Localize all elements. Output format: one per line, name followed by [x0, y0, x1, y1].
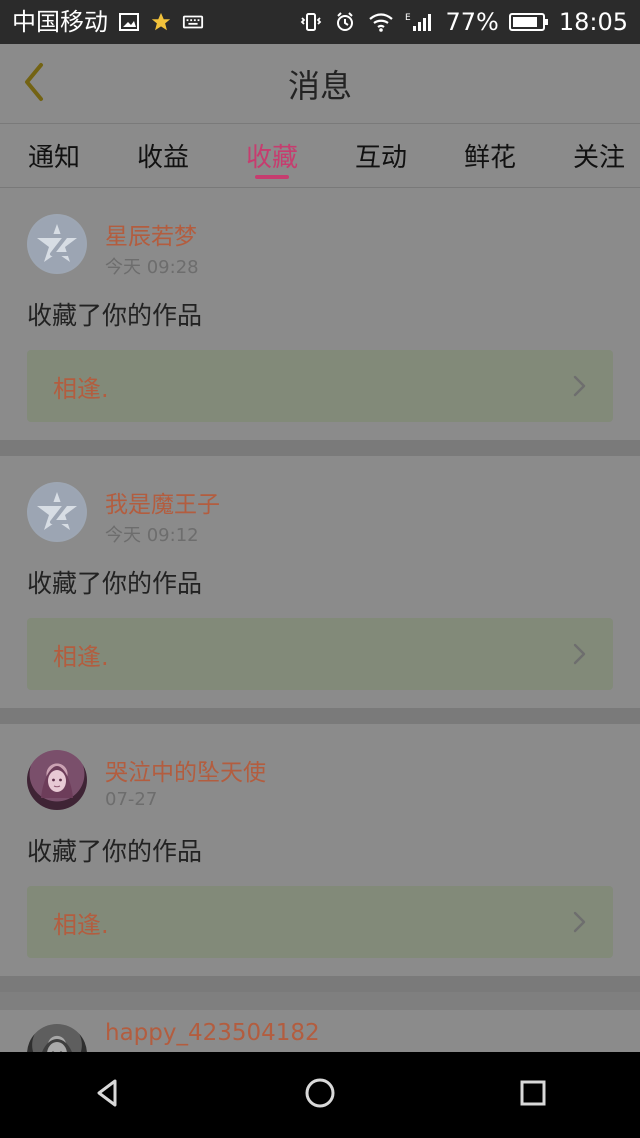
- photo-avatar[interactable]: [27, 1024, 87, 1052]
- chevron-right-icon: [573, 374, 587, 398]
- user-name[interactable]: happy_423504182: [105, 1020, 320, 1046]
- home-icon: [302, 1075, 338, 1115]
- timestamp: 今天 09:12: [105, 525, 199, 546]
- tab-label: 互动: [354, 143, 407, 173]
- user-name[interactable]: 哭泣中的坠天使: [105, 753, 266, 787]
- work-link[interactable]: 相逢.: [27, 618, 613, 690]
- tab-label: 鲜花: [463, 143, 516, 173]
- tab-earnings[interactable]: 收益: [134, 124, 192, 187]
- message-text: 收藏了你的作品: [27, 301, 203, 330]
- tab-label: 收益: [136, 143, 189, 173]
- work-title: 相逢.: [53, 374, 109, 403]
- card-separator: [0, 708, 640, 724]
- chevron-right-icon: [573, 642, 587, 666]
- tab-label: 通知: [27, 143, 80, 173]
- tab-flowers[interactable]: 鲜花: [461, 124, 519, 187]
- alarm-icon: [333, 10, 357, 34]
- card-separator: [0, 440, 640, 456]
- tab-interactions[interactable]: 互动: [352, 124, 410, 187]
- battery-icon: [508, 12, 549, 32]
- message-text: 收藏了你的作品: [27, 837, 203, 866]
- top-header: 消息: [0, 44, 640, 124]
- recent-apps-button[interactable]: [503, 1065, 563, 1125]
- user-name[interactable]: 我是魔王子: [105, 485, 220, 519]
- status-left: 中国移动: [12, 10, 204, 34]
- navigation-bar: [0, 1052, 640, 1138]
- nav-back-button[interactable]: [77, 1065, 137, 1125]
- network-label: E: [405, 13, 411, 23]
- anime-avatar[interactable]: [27, 750, 87, 810]
- status-right: E 77% 18:05: [299, 10, 628, 34]
- clock-time: 18:05: [558, 8, 628, 36]
- status-bar: 中国移动 E 77% 18:05: [0, 0, 640, 44]
- battery-percent: 77%: [445, 8, 499, 36]
- card-separator: [0, 976, 640, 992]
- message-card-partial: happy_423504182: [0, 1010, 640, 1052]
- message-page: 中国移动 E 77% 18:05 消息 通知 收益 收藏 互动 鲜花 关注 星辰…: [0, 0, 640, 1138]
- work-link[interactable]: 相逢.: [27, 350, 613, 422]
- default-avatar[interactable]: [27, 482, 87, 542]
- message-feed: 星辰若梦 今天 09:28 收藏了你的作品 相逢. 我是魔王子 今天 09:12…: [0, 188, 640, 1052]
- nav-back-icon: [90, 1076, 124, 1114]
- signal-icon: E: [405, 10, 435, 34]
- image-icon: [118, 11, 140, 33]
- work-title: 相逢.: [53, 642, 109, 671]
- timestamp: 今天 09:28: [105, 257, 199, 278]
- work-title: 相逢.: [53, 910, 109, 939]
- default-avatar[interactable]: [27, 214, 87, 274]
- vibrate-icon: [299, 10, 323, 34]
- user-name[interactable]: 星辰若梦: [105, 217, 197, 251]
- tab-favorites[interactable]: 收藏: [243, 124, 301, 187]
- message-card: 哭泣中的坠天使 07-27 收藏了你的作品 相逢.: [0, 724, 640, 976]
- star-icon: [150, 11, 172, 33]
- home-button[interactable]: [290, 1065, 350, 1125]
- page-title: 消息: [287, 67, 352, 105]
- tab-follow[interactable]: 关注: [570, 124, 628, 187]
- message-text: 收藏了你的作品: [27, 569, 203, 598]
- message-card: 星辰若梦 今天 09:28 收藏了你的作品 相逢.: [0, 188, 640, 440]
- message-card: 我是魔王子 今天 09:12 收藏了你的作品 相逢.: [0, 456, 640, 708]
- work-link[interactable]: 相逢.: [27, 886, 613, 958]
- keyboard-icon: [182, 11, 204, 33]
- wifi-icon: [367, 11, 395, 33]
- tab-bar: 通知 收益 收藏 互动 鲜花 关注: [0, 124, 640, 188]
- tab-notifications[interactable]: 通知: [25, 124, 83, 187]
- tab-label: 收藏: [245, 143, 298, 173]
- tab-label: 关注: [572, 143, 625, 173]
- carrier-label: 中国移动: [12, 8, 108, 36]
- timestamp: 07-27: [105, 789, 158, 810]
- recent-apps-icon: [516, 1076, 550, 1114]
- chevron-right-icon: [573, 910, 587, 934]
